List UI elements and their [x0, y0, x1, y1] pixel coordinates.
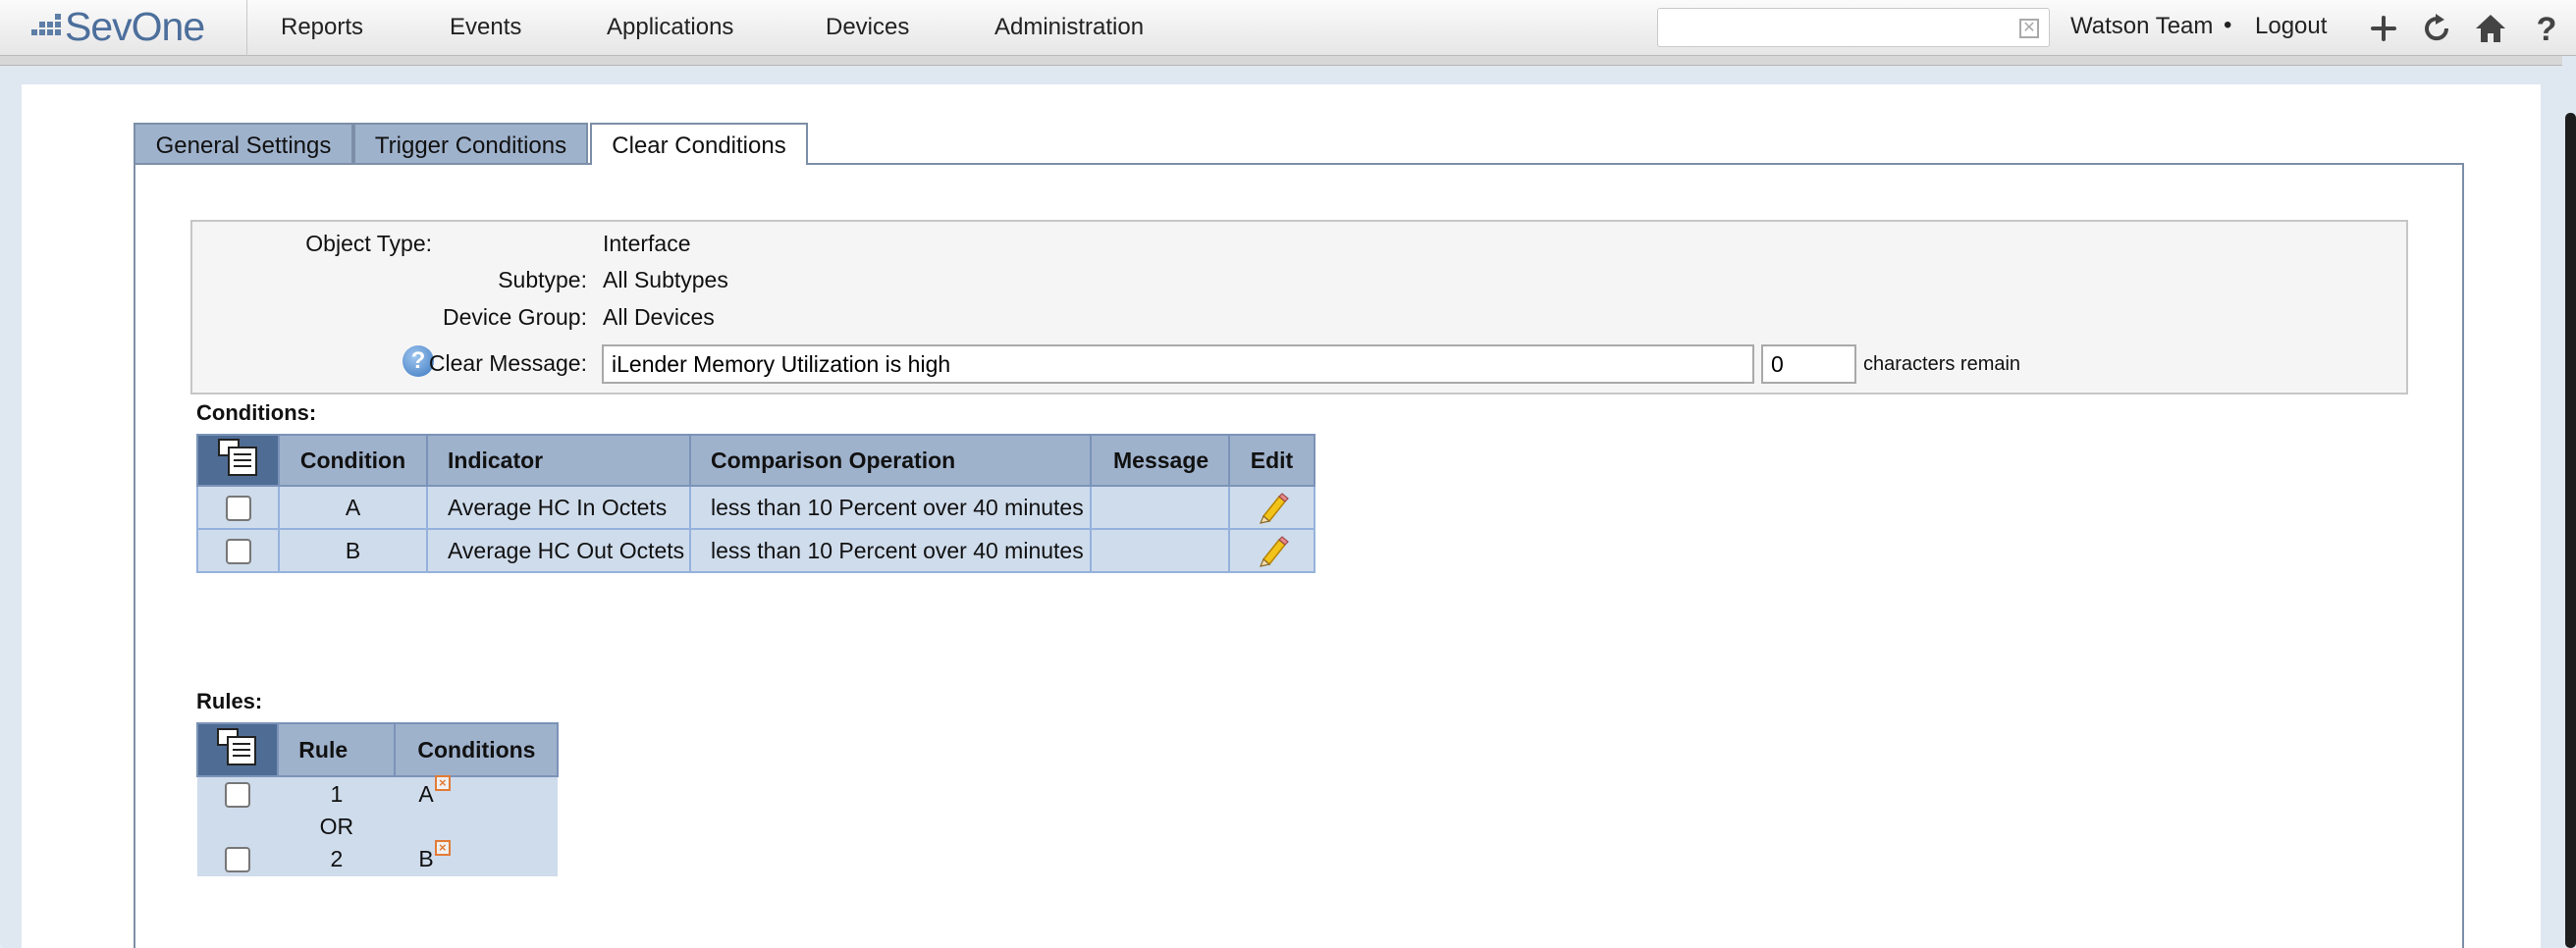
rule-row: 1 A ×	[197, 774, 558, 811]
edit-cell	[1228, 528, 1315, 573]
indicator-cell: Average HC In Octets	[426, 485, 691, 530]
device-group-label: Device Group:	[442, 304, 587, 330]
clear-message-label: Clear Message:	[428, 350, 587, 376]
pencil-edit-icon[interactable]	[1256, 491, 1289, 524]
message-cell	[1090, 485, 1230, 530]
joiner-spacer	[197, 811, 279, 842]
row-checkbox-cell	[196, 528, 280, 573]
rule-condition-label: A	[418, 780, 434, 807]
tab-trigger-conditions[interactable]: Trigger Conditions	[353, 123, 588, 164]
help-icon[interactable]: ?	[2528, 10, 2565, 47]
device-group-value: All Devices	[603, 304, 715, 330]
rule-conditions-cell: B ×	[395, 840, 558, 876]
table-row: B Average HC Out Octets less than 10 Per…	[196, 528, 1315, 573]
header-message[interactable]: Message	[1090, 434, 1230, 487]
row-checkbox[interactable]	[225, 538, 251, 564]
clear-message-input[interactable]	[602, 344, 1754, 384]
characters-remaining-input	[1761, 344, 1856, 384]
header-comparison-operation[interactable]: Comparison Operation	[689, 434, 1092, 487]
rules-title: Rules:	[196, 689, 263, 713]
select-columns-header[interactable]	[195, 722, 280, 777]
rule-number-cell: 1	[278, 776, 396, 811]
header-conditions[interactable]: Conditions	[394, 722, 559, 777]
condition-cell: A	[278, 485, 428, 530]
column-chooser-icon[interactable]	[217, 438, 260, 477]
select-columns-header[interactable]	[196, 434, 280, 487]
top-navigation-bar: SevOne Reports Events Applications Devic…	[0, 0, 2576, 56]
message-cell	[1090, 528, 1230, 573]
rule-number-cell: 2	[278, 842, 396, 876]
clear-search-icon[interactable]: ✕	[2019, 19, 2039, 38]
joiner-spacer	[395, 811, 558, 842]
nav-administration[interactable]: Administration	[994, 14, 1144, 41]
subtype-value: All Subtypes	[603, 267, 728, 292]
rules-table: Rule Conditions 1 A × OR 2 B ×	[195, 722, 559, 876]
rule-row: 2 B ×	[197, 840, 558, 876]
rule-condition-label: B	[418, 846, 434, 871]
header-condition[interactable]: Condition	[278, 434, 428, 487]
svg-text:?: ?	[2537, 11, 2557, 47]
home-icon[interactable]	[2472, 10, 2509, 47]
page-scrollbar[interactable]	[2565, 113, 2576, 948]
table-row: A Average HC In Octets less than 10 Perc…	[196, 485, 1315, 530]
sevone-logo[interactable]: SevOne	[0, 0, 247, 56]
object-type-value: Interface	[603, 231, 691, 256]
nav-devices[interactable]: Devices	[826, 14, 909, 41]
user-name[interactable]: Watson Team	[2070, 13, 2213, 40]
indicator-cell: Average HC Out Octets	[426, 528, 691, 573]
tab-general-settings[interactable]: General Settings	[134, 123, 353, 164]
sub-header-bar	[0, 56, 2562, 66]
comparison-cell: less than 10 Percent over 40 minutes	[689, 485, 1092, 530]
row-checkbox[interactable]	[225, 847, 251, 873]
add-icon[interactable]	[2365, 10, 2402, 47]
header-indicator[interactable]: Indicator	[426, 434, 691, 487]
user-separator: •	[2224, 12, 2232, 38]
rule-joiner-row: OR	[197, 811, 558, 842]
row-checkbox-cell	[197, 776, 279, 811]
pencil-edit-icon[interactable]	[1256, 534, 1289, 567]
row-checkbox[interactable]	[225, 781, 251, 808]
characters-remaining-label: characters remain	[1863, 353, 2021, 375]
column-chooser-icon[interactable]	[216, 727, 259, 766]
row-checkbox[interactable]	[225, 495, 251, 521]
rule-joiner: OR	[278, 811, 396, 842]
logout-link[interactable]: Logout	[2255, 13, 2327, 40]
comparison-cell: less than 10 Percent over 40 minutes	[689, 528, 1092, 573]
subtype-label: Subtype:	[498, 267, 587, 292]
remove-condition-icon[interactable]: ×	[434, 840, 451, 856]
refresh-icon[interactable]	[2419, 10, 2456, 47]
row-checkbox-cell	[196, 485, 280, 530]
conditions-table: Condition Indicator Comparison Operation…	[196, 434, 1315, 573]
tab-clear-conditions[interactable]: Clear Conditions	[590, 123, 808, 165]
logo-mark-icon	[31, 14, 63, 37]
nav-reports[interactable]: Reports	[281, 14, 363, 41]
nav-events[interactable]: Events	[450, 14, 521, 41]
edit-cell	[1228, 485, 1315, 530]
search-input[interactable]: ✕	[1657, 8, 2050, 47]
conditions-title: Conditions:	[196, 400, 317, 425]
header-rule[interactable]: Rule	[277, 722, 397, 777]
header-edit: Edit	[1228, 434, 1315, 487]
row-checkbox-cell	[197, 842, 279, 876]
condition-cell: B	[278, 528, 428, 573]
object-type-label: Object Type:	[305, 231, 432, 256]
rule-conditions-cell: A ×	[395, 774, 558, 811]
nav-applications[interactable]: Applications	[607, 14, 733, 41]
remove-condition-icon[interactable]: ×	[434, 774, 451, 791]
brand-name: SevOne	[65, 4, 205, 49]
